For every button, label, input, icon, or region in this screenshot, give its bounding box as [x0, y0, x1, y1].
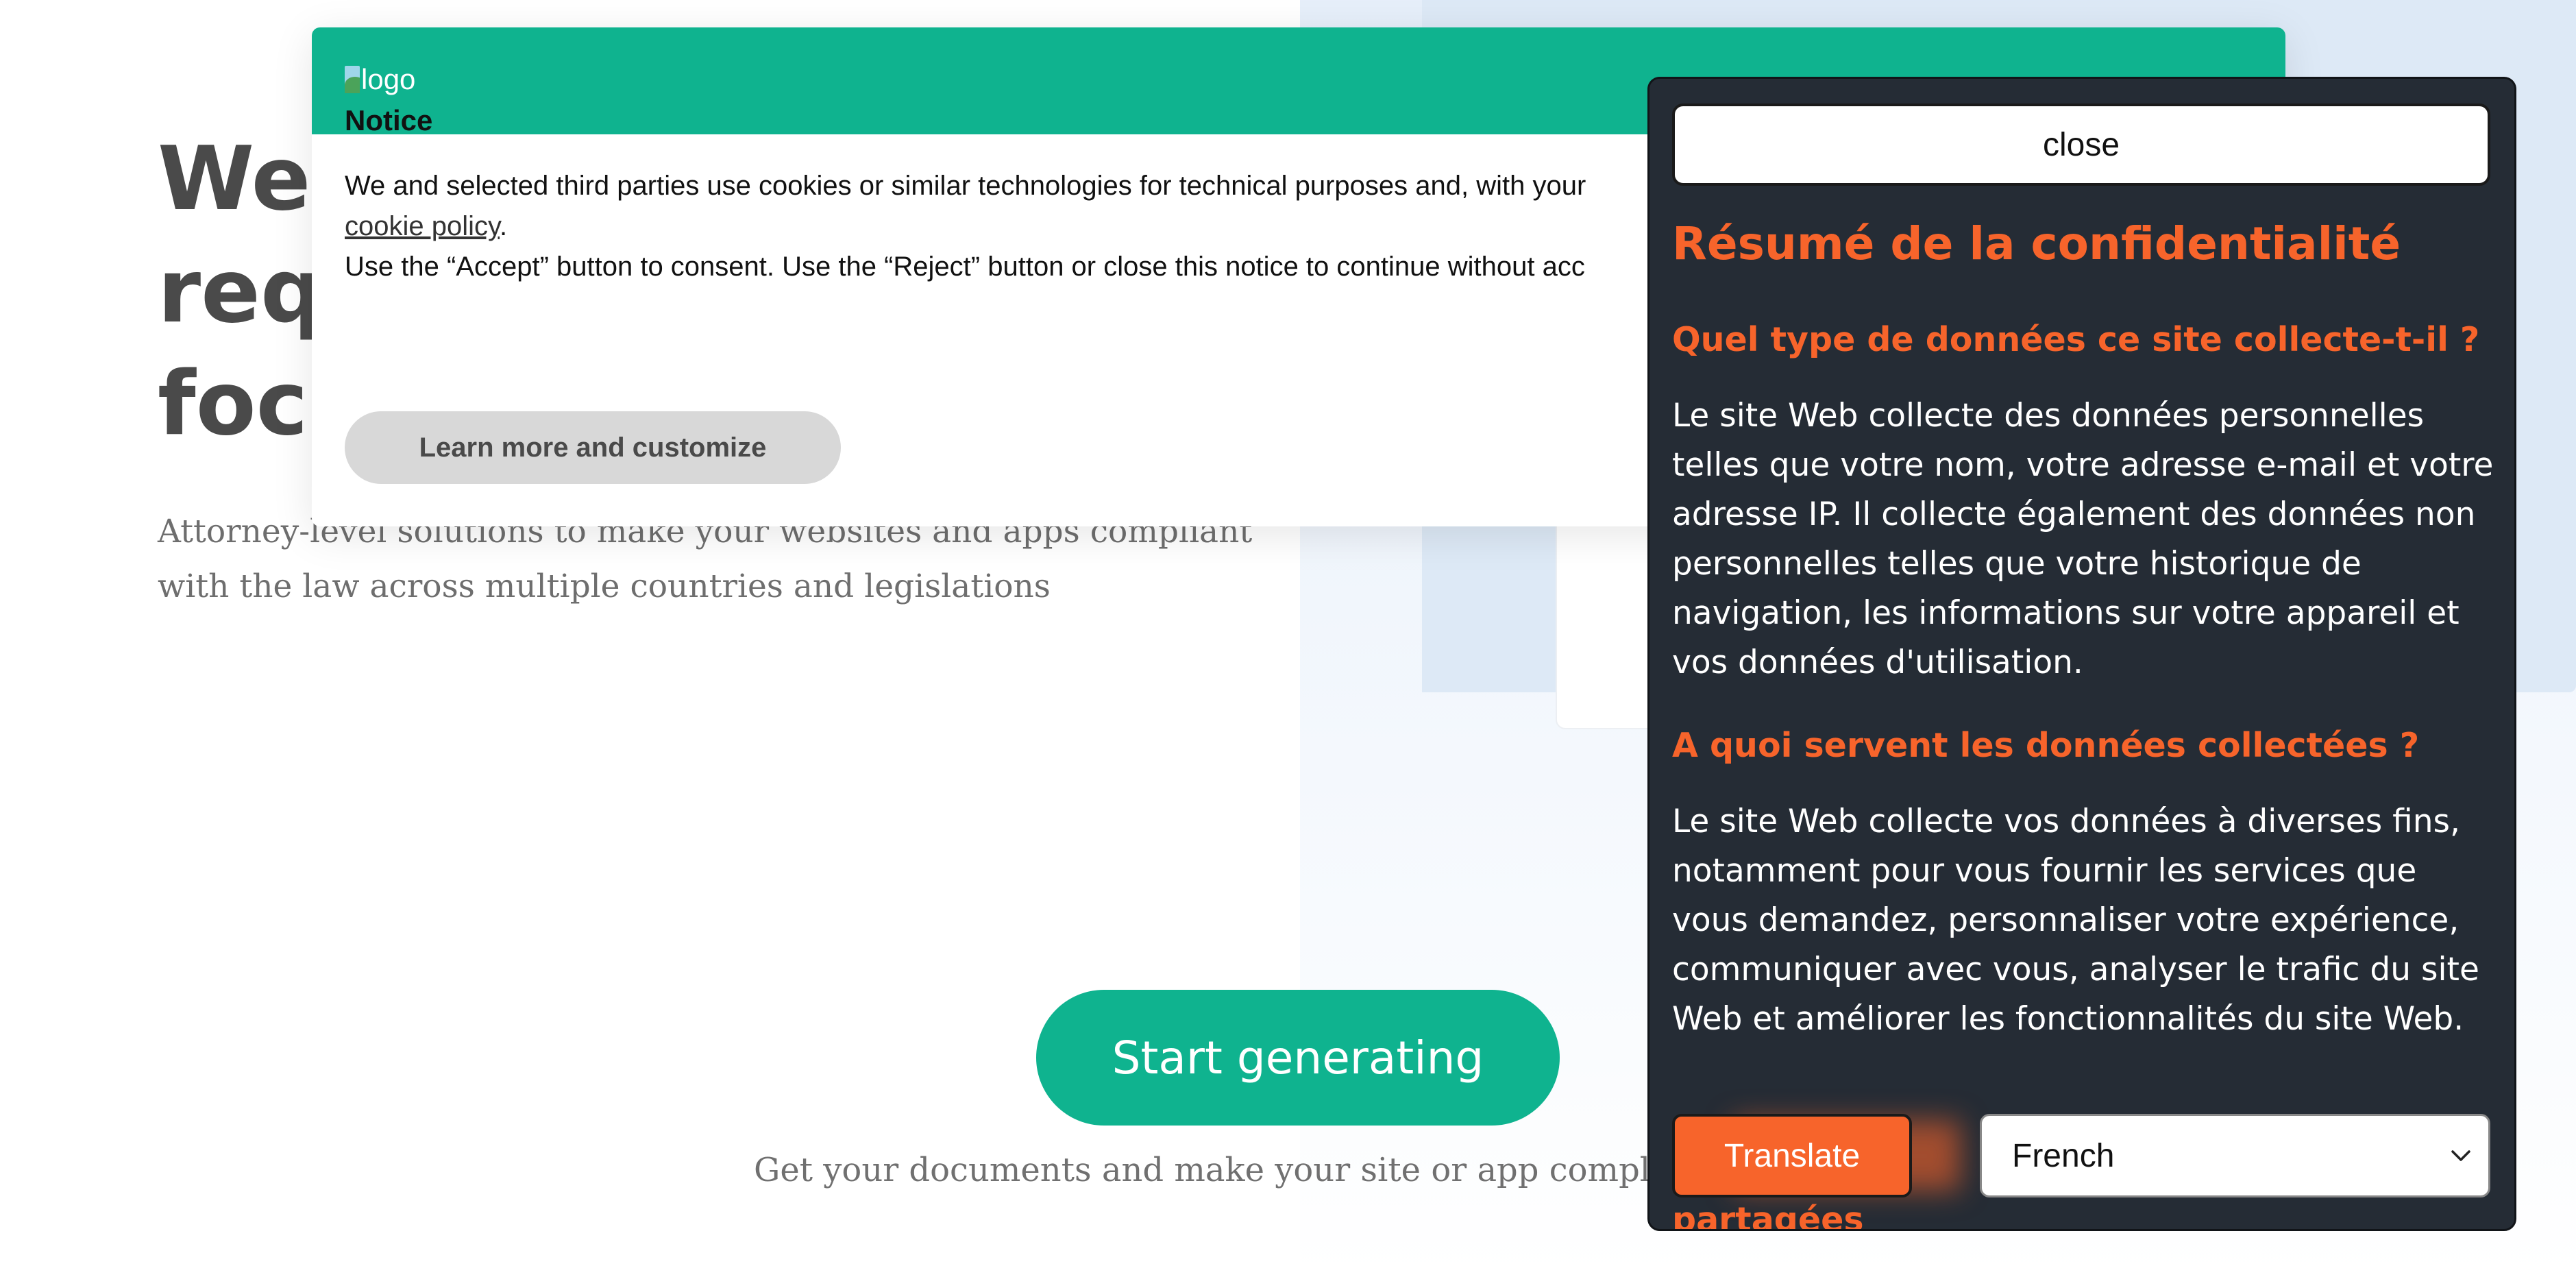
privacy-summary-content: Résumé de la confidentialité Quel type d… [1672, 213, 2494, 1078]
language-select[interactable]: French [1980, 1114, 2490, 1197]
chevron-down-icon [2451, 1150, 2470, 1161]
section-text: Le site Web collecte vos données à diver… [1672, 803, 2479, 1038]
language-selected-value: French [2012, 1137, 2115, 1174]
section-text: Le site Web collecte des données personn… [1672, 397, 2494, 681]
translate-button[interactable]: Translate [1672, 1114, 1912, 1197]
notice-title: Notice [345, 104, 433, 136]
translate-controls: Translate French [1672, 1112, 2490, 1199]
learn-more-customize-button[interactable]: Learn more and customize [345, 411, 841, 484]
logo-alt-text: logo [361, 63, 416, 95]
notice-line-2-suffix: . [500, 211, 508, 241]
section-title: A quoi servent les données collectées ? [1672, 726, 2420, 765]
cookie-policy-link[interactable]: cookie policy [345, 211, 500, 241]
cta-subtext: Get your documents and make your site or… [754, 1151, 1702, 1189]
section-title: Quel type de données ce site collecte-t-… [1672, 320, 2480, 359]
broken-image-icon [345, 66, 360, 93]
logo: logo [345, 63, 415, 96]
privacy-summary-title: Résumé de la confidentialité [1672, 217, 2401, 270]
privacy-summary-panel: close Résumé de la confidentialité Quel … [1647, 77, 2516, 1231]
section-title-partial: partagées [1672, 1200, 1864, 1231]
close-button[interactable]: close [1672, 104, 2490, 186]
start-generating-button[interactable]: Start generating [1036, 990, 1560, 1126]
